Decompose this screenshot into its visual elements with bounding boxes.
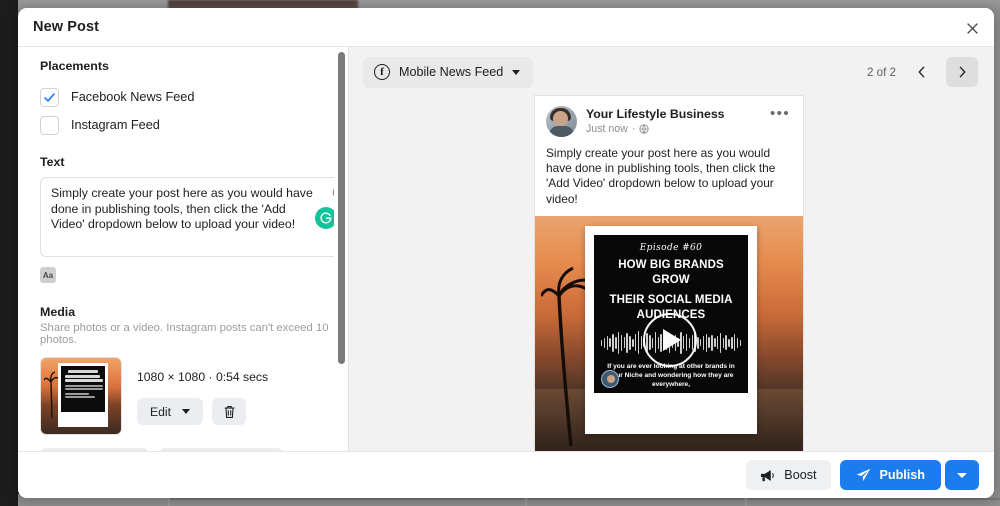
media-thumbnail[interactable] [40,357,122,435]
modal-body: Placements Facebook News Feed Instagram … [18,47,994,451]
post-page-name: Your Lifestyle Business [586,107,725,121]
more-options-icon[interactable]: ••• [770,106,792,121]
backdrop-bottom-line [168,498,1000,500]
chevron-right-icon [959,66,965,78]
delete-media-button[interactable] [212,398,247,425]
thumbnail-polaroid [58,363,108,427]
megaphone-icon [761,469,775,481]
thumbnail-video-frame [61,366,105,412]
next-preview-button[interactable] [946,57,978,87]
post-text-value: Simply create your post here as you woul… [51,186,317,232]
post-body-text: Simply create your post here as you woul… [546,146,776,206]
facebook-icon: f [374,64,390,80]
new-post-modal: New Post Placements Facebook News Feed I… [18,8,994,498]
composer-panel: Placements Facebook News Feed Instagram … [18,47,348,451]
play-icon[interactable] [643,312,697,367]
chevron-down-icon [512,69,521,75]
placement-option-instagram-feed[interactable]: Instagram Feed [40,111,332,139]
video-headline-1: HOW BIG BRANDS GROW [618,258,724,286]
media-item-row: 1080 × 1080 · 0:54 secs Edit [40,357,332,435]
placement-dropdown-label: Mobile News Feed [399,65,504,79]
avatar [546,106,577,137]
preview-panel: f Mobile News Feed 2 of 2 Your Lifestyle… [348,47,994,451]
placement-label: Instagram Feed [71,118,160,132]
post-header: Your Lifestyle Business Just now · ••• [535,96,803,137]
text-heading: Text [40,155,65,169]
placement-label: Facebook News Feed [71,90,195,104]
video-episode-label: Episode #60 [639,242,703,253]
publish-button[interactable]: Publish [839,460,941,490]
edit-media-button[interactable]: Edit [137,398,204,425]
placement-dropdown[interactable]: f Mobile News Feed [363,56,534,88]
video-avatar [601,369,619,388]
close-icon[interactable] [960,16,984,40]
placements-heading: Placements [40,59,109,73]
publish-group: Publish [839,460,979,490]
placement-option-facebook-news-feed[interactable]: Facebook News Feed [40,83,332,111]
post-text-input[interactable]: Simply create your post here as you woul… [40,177,348,257]
boost-button[interactable]: Boost [746,460,831,490]
media-info: 1080 × 1080 · 0:54 secs Edit [137,357,268,435]
publish-options-button[interactable] [945,460,979,490]
previous-preview-button[interactable] [905,57,937,87]
post-timestamp: Just now [586,123,628,135]
media-dimensions: 1080 × 1080 · 0:54 secs [137,370,269,384]
backdrop-left-edge [0,0,18,506]
chevron-down-icon [957,472,967,478]
page-title: New Post [33,19,100,35]
preview-pager: 2 of 2 [867,57,978,87]
send-icon [856,468,870,482]
chevron-down-icon [182,409,191,414]
modal-footer: Boost Publish [18,451,994,498]
trash-icon [224,405,234,418]
post-meta-separator: · [631,123,636,135]
post-meta: Your Lifestyle Business Just now · [586,106,770,135]
publish-label: Publish [879,468,925,482]
composer-scrollbar-thumb[interactable] [338,52,345,364]
checkbox-facebook-news-feed[interactable] [40,87,59,107]
globe-icon [639,124,649,134]
chevron-left-icon [918,66,924,78]
text-format-icon[interactable]: Aa [40,267,56,283]
modal-header: New Post [18,8,994,47]
media-subtitle: Share photos or a video. Instagram posts… [40,322,329,346]
preview-toolbar: f Mobile News Feed 2 of 2 [349,47,994,97]
post-timestamp-row: Just now · [586,123,770,135]
media-actions: Edit [137,398,268,425]
post-video-preview[interactable]: Episode #60 HOW BIG BRANDS GROW THEIR SO… [535,215,803,451]
media-heading: Media [40,305,76,319]
composer-scrollbar[interactable] [334,47,348,451]
post-preview-card: Your Lifestyle Business Just now · ••• S… [534,95,804,451]
checkbox-instagram-feed[interactable] [40,115,59,135]
pager-count: 2 of 2 [866,65,896,79]
edit-media-label: Edit [150,404,172,419]
boost-label: Boost [784,468,817,482]
